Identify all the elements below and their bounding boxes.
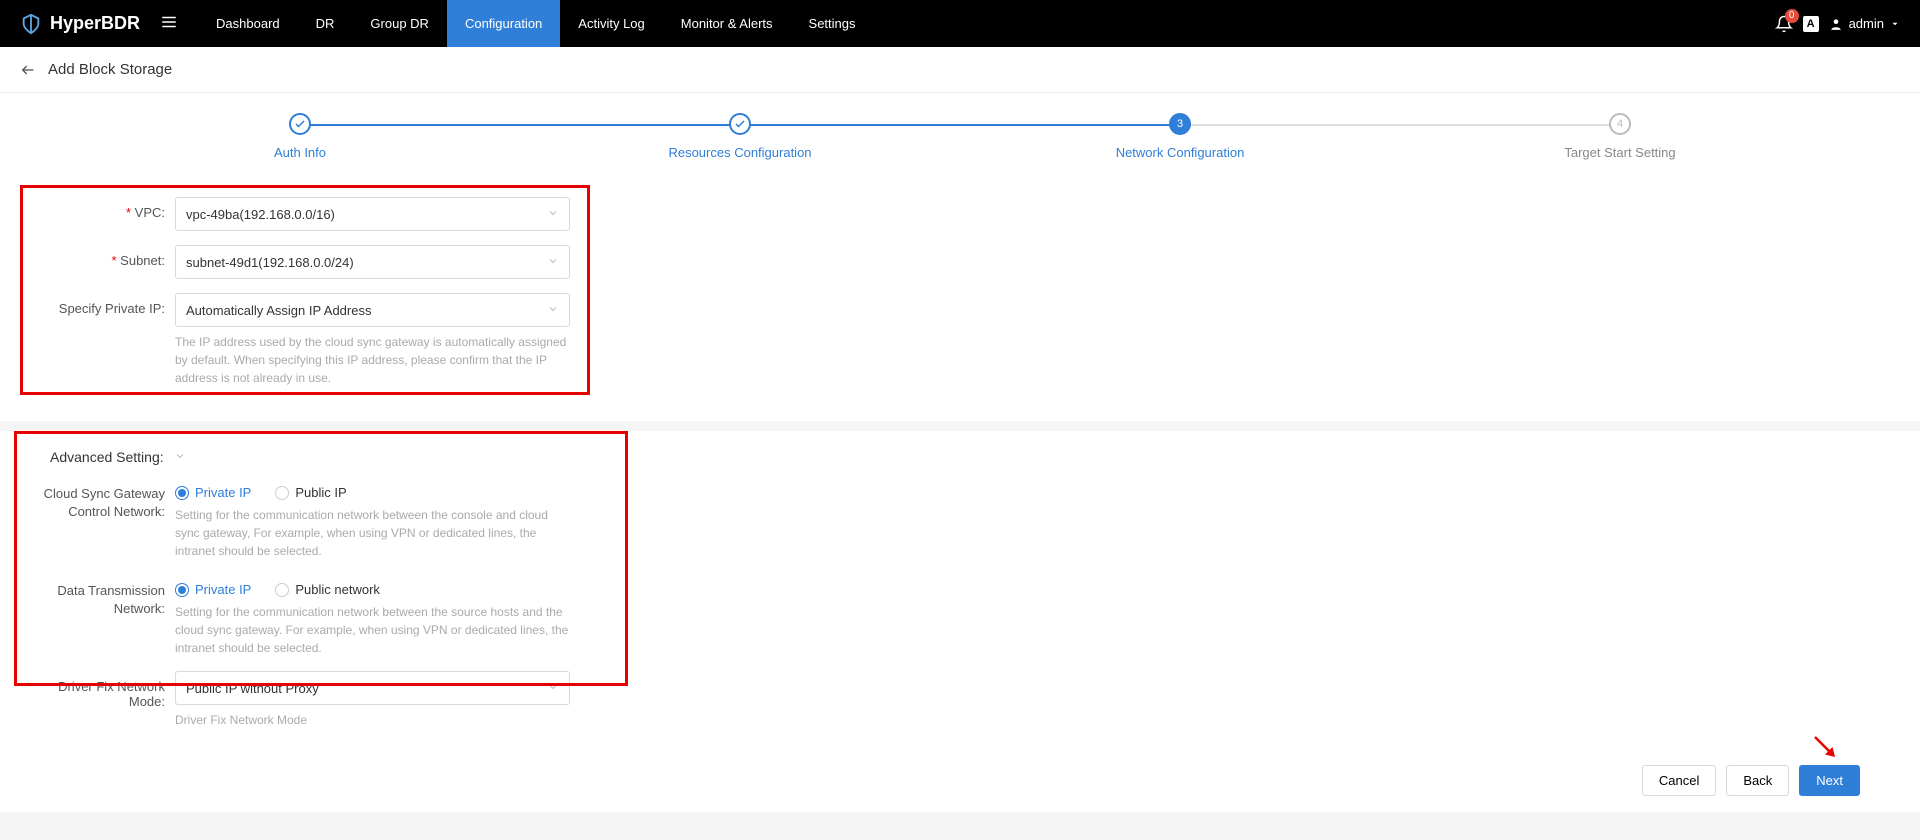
advanced-settings: Advanced Setting: Cloud Sync Gateway Con… [0,431,1920,749]
nav-dr[interactable]: DR [298,0,353,47]
nav-dashboard[interactable]: Dashboard [198,0,298,47]
back-arrow-icon[interactable] [20,62,36,78]
driver-fix-help: Driver Fix Network Mode [175,711,570,729]
shield-icon [20,13,42,35]
radio-icon [275,583,289,597]
driver-fix-select[interactable]: Public IP without Proxy [175,671,570,705]
cloud-sync-radio-group: Private IP Public IP [175,477,570,500]
brand: HyperBDR [20,13,140,35]
vpc-label: VPC: [20,197,175,220]
step-3: 3 Network Configuration [960,113,1400,160]
vpc-row: VPC: vpc-49ba(192.168.0.0/16) [20,197,1900,231]
cloud-sync-public-ip[interactable]: Public IP [275,485,346,500]
data-trans-radio-group: Private IP Public network [175,574,570,597]
network-form: VPC: vpc-49ba(192.168.0.0/16) Subnet: su… [0,185,1920,421]
private-ip-select[interactable]: Automatically Assign IP Address [175,293,570,327]
subnet-label: Subnet: [20,245,175,268]
subnet-select[interactable]: subnet-49d1(192.168.0.0/24) [175,245,570,279]
radio-icon [175,583,189,597]
nav-items: Dashboard DR Group DR Configuration Acti… [198,0,873,47]
nav-activity-log[interactable]: Activity Log [560,0,662,47]
private-ip-help: The IP address used by the cloud sync ga… [175,333,570,387]
chevron-down-icon [1890,19,1900,29]
data-trans-public-network[interactable]: Public network [275,582,380,597]
cloud-sync-label: Cloud Sync Gateway Control Network: [20,477,175,521]
data-trans-help: Setting for the communication network be… [175,603,570,657]
subnet-row: Subnet: subnet-49d1(192.168.0.0/24) [20,245,1900,279]
nav-right: 0 A admin [1775,15,1900,33]
alert-badge: 0 [1785,9,1799,23]
nav-settings[interactable]: Settings [791,0,874,47]
top-nav: HyperBDR Dashboard DR Group DR Configura… [0,0,1920,47]
step-2: Resources Configuration [520,113,960,160]
step-4: 4 Target Start Setting [1400,113,1840,160]
cloud-sync-row: Cloud Sync Gateway Control Network: Priv… [20,477,1900,560]
divider [0,421,1920,431]
nav-monitor-alerts[interactable]: Monitor & Alerts [663,0,791,47]
advanced-title[interactable]: Advanced Setting: [20,443,1900,477]
data-trans-label: Data Transmission Network: [20,574,175,618]
username: admin [1849,16,1884,31]
vpc-select[interactable]: vpc-49ba(192.168.0.0/16) [175,197,570,231]
check-icon [289,113,311,135]
driver-fix-label: Driver Fix Network Mode: [20,671,175,709]
bell-icon[interactable]: 0 [1775,15,1793,33]
private-ip-label: Specify Private IP: [20,293,175,316]
chevron-down-icon [547,207,559,222]
data-trans-private-ip[interactable]: Private IP [175,582,251,597]
brand-text: HyperBDR [50,13,140,34]
stepper: Auth Info Resources Configuration 3 Netw… [0,93,1920,185]
nav-group-dr[interactable]: Group DR [352,0,447,47]
footer: Cancel Back Next [0,749,1920,812]
chevron-down-icon [174,449,186,465]
data-trans-row: Data Transmission Network: Private IP Pu… [20,574,1900,657]
language-toggle[interactable]: A [1803,16,1819,32]
check-icon [729,113,751,135]
chevron-down-icon [547,681,559,696]
cloud-sync-help: Setting for the communication network be… [175,506,570,560]
nav-configuration[interactable]: Configuration [447,0,560,47]
radio-icon [175,486,189,500]
step-1: Auth Info [80,113,520,160]
page-header: Add Block Storage [0,47,1920,93]
radio-icon [275,486,289,500]
next-button[interactable]: Next [1799,765,1860,796]
chevron-down-icon [547,303,559,318]
driver-fix-row: Driver Fix Network Mode: Public IP witho… [20,671,1900,729]
user-menu[interactable]: admin [1829,16,1900,31]
cancel-button[interactable]: Cancel [1642,765,1716,796]
page-title: Add Block Storage [48,61,172,78]
user-icon [1829,17,1843,31]
cloud-sync-private-ip[interactable]: Private IP [175,485,251,500]
chevron-down-icon [547,255,559,270]
private-ip-row: Specify Private IP: Automatically Assign… [20,293,1900,387]
back-button[interactable]: Back [1726,765,1789,796]
hamburger-icon[interactable] [160,13,178,34]
